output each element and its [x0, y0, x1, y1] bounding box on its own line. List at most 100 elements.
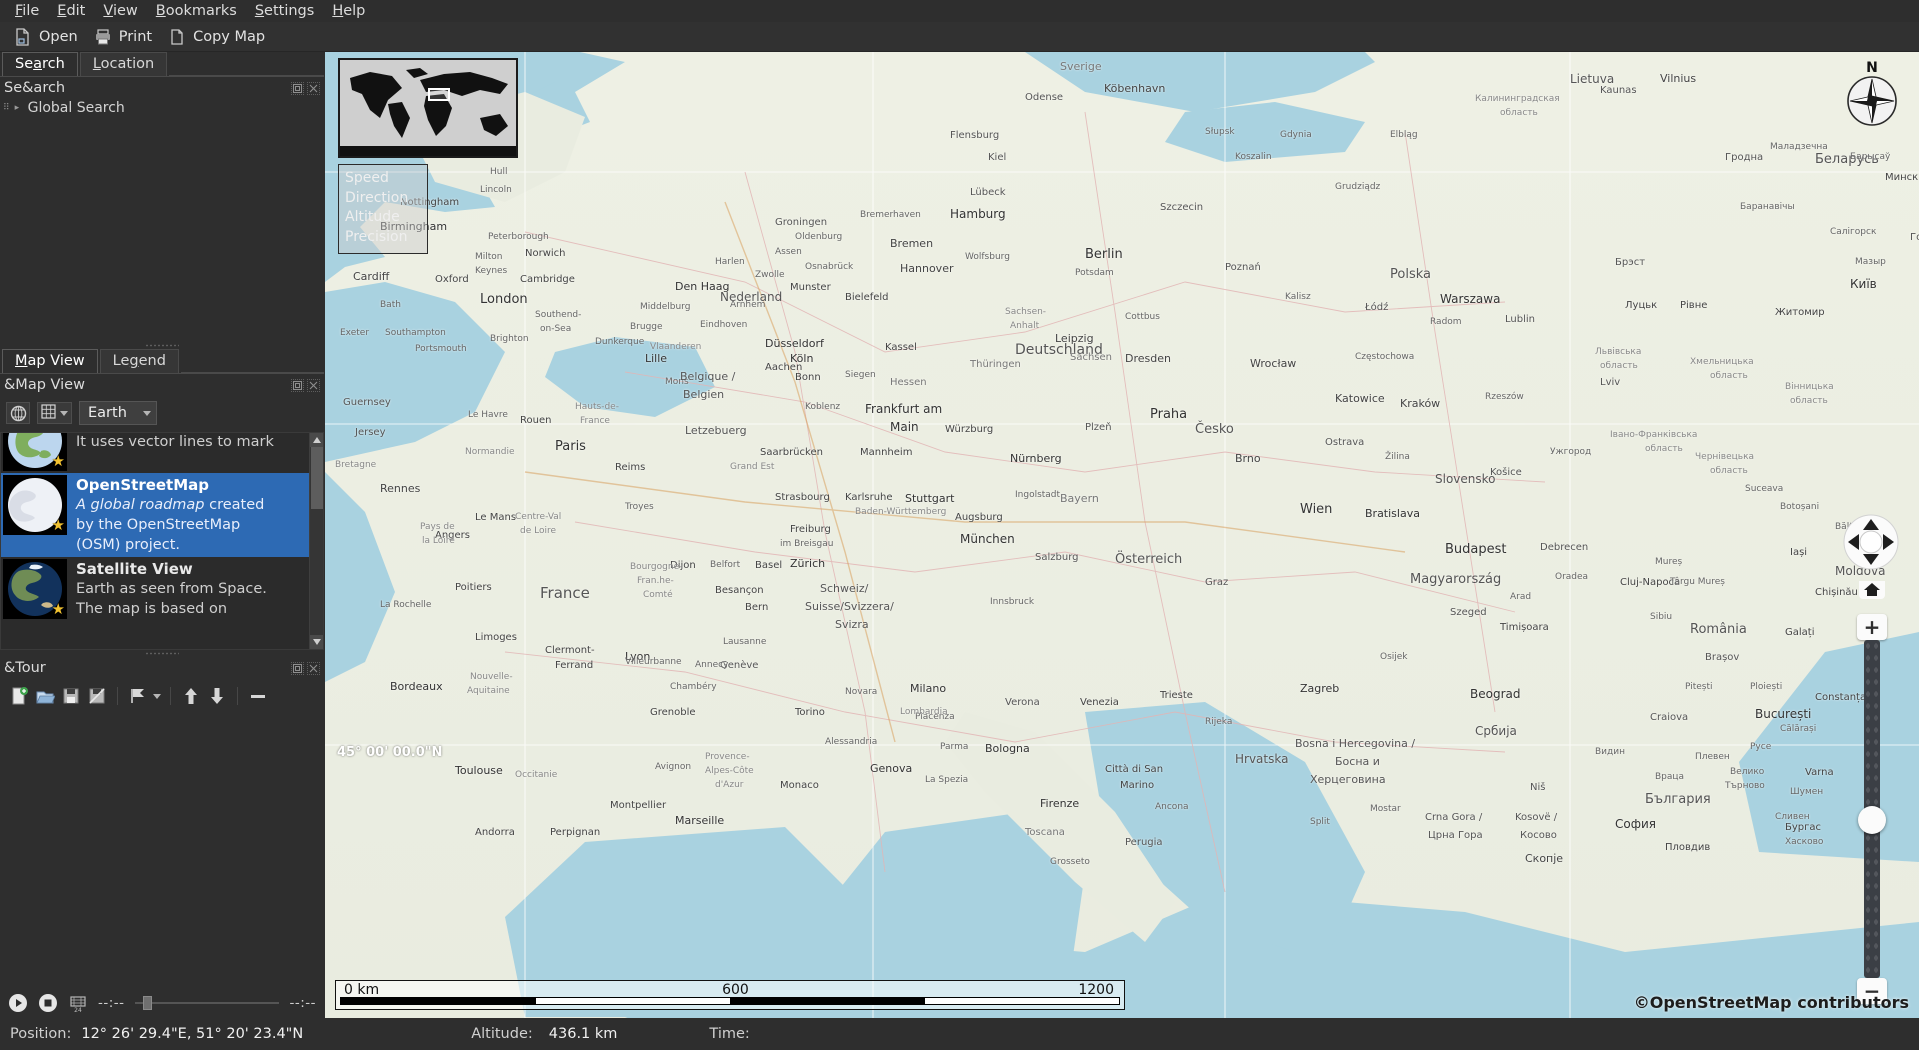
list-item[interactable]: ★ A classic topographic map. It uses vec…	[1, 432, 309, 473]
save-tour-icon[interactable]	[60, 685, 82, 707]
move-down-icon[interactable]	[206, 685, 228, 707]
copy-map-button[interactable]: Copy Map	[162, 26, 275, 48]
tab-legend[interactable]: Legend	[100, 349, 179, 373]
save-tour-as-icon[interactable]	[86, 685, 108, 707]
map-label: Bosna i Hercegovina /	[1295, 737, 1415, 750]
satellite-globe-thumb: ★	[3, 559, 67, 619]
map-label: Zagreb	[1300, 682, 1339, 695]
time-label: Time:	[709, 1026, 749, 1042]
zoom-slider-handle[interactable]	[1858, 806, 1886, 834]
open-button-label: Open	[39, 29, 78, 45]
menu-view[interactable]: View	[94, 1, 146, 22]
compass-widget[interactable]: N	[1843, 62, 1901, 130]
map-label: область	[1790, 396, 1828, 406]
map-view-canvas[interactable]: KöbenhavnOdenseFlensburgKielLübeckHambur…	[325, 52, 1919, 1018]
list-item-satellite-view[interactable]: ★ Satellite View Earth as seen from Spac…	[1, 557, 309, 621]
playback-slider-handle[interactable]	[143, 996, 152, 1010]
map-label: Црна Гора	[1428, 830, 1483, 841]
map-label: Hannover	[900, 262, 954, 275]
print-button[interactable]: Print	[88, 26, 162, 48]
chevron-right-icon[interactable]: ▸	[15, 104, 24, 113]
map-label: Kalisz	[1285, 292, 1311, 302]
map-label: Pays de	[420, 522, 455, 532]
dock-splitter-mapview[interactable]	[0, 650, 324, 657]
celestial-body-value: Earth	[88, 405, 127, 421]
float-icon[interactable]	[291, 379, 304, 392]
map-label: Radom	[1430, 317, 1462, 327]
map-label: Jersey	[355, 427, 386, 438]
float-icon[interactable]	[291, 662, 304, 675]
play-icon[interactable]	[8, 993, 28, 1013]
celestial-body-combo[interactable]: Earth	[79, 401, 157, 425]
scale-tick-0: 0 km	[344, 982, 379, 998]
close-icon[interactable]	[307, 82, 320, 95]
new-tour-icon[interactable]	[8, 685, 30, 707]
map-label: La Spezia	[925, 775, 968, 785]
map-label: Mannheim	[860, 447, 912, 458]
list-item-openstreetmap[interactable]: ★ OpenStreetMap A global roadmap created…	[1, 473, 309, 557]
menu-edit[interactable]: Edit	[48, 1, 94, 22]
close-icon[interactable]	[307, 379, 320, 392]
menu-file[interactable]: FFileile	[6, 1, 48, 22]
map-label: Poitiers	[455, 582, 492, 593]
map-label: Хасково	[1785, 837, 1823, 847]
map-label: Norwich	[525, 248, 566, 259]
stop-icon[interactable]	[38, 993, 58, 1013]
map-label: Zürich	[790, 557, 825, 570]
float-icon[interactable]	[291, 82, 304, 95]
open-button[interactable]: Open	[8, 26, 88, 48]
map-label: Den Haag	[675, 280, 729, 293]
compass-rose-icon	[1846, 75, 1898, 127]
menu-bookmarks[interactable]: Bookmarks	[147, 1, 246, 22]
home-button[interactable]	[1857, 577, 1887, 603]
menu-settings[interactable]: Settings	[246, 1, 324, 22]
map-label: Munster	[790, 282, 831, 293]
theme-list-scrollbar[interactable]	[309, 433, 323, 649]
record-movie-icon[interactable]: 24	[68, 993, 88, 1013]
zoom-in-button[interactable]: +	[1857, 614, 1887, 640]
remove-icon[interactable]	[247, 685, 269, 707]
map-label: Bologna	[985, 742, 1030, 755]
menu-help[interactable]: Help	[323, 1, 374, 22]
map-label: Firenze	[1040, 797, 1079, 810]
map-label: Siegen	[845, 370, 876, 380]
dock-splitter-search[interactable]	[0, 342, 324, 349]
view-mode-selector[interactable]	[37, 402, 72, 424]
overview-minimap[interactable]	[338, 58, 518, 158]
map-label: Cottbus	[1125, 312, 1160, 322]
move-up-icon[interactable]	[180, 685, 202, 707]
close-icon[interactable]	[307, 662, 320, 675]
map-label: Flensburg	[950, 130, 999, 141]
scrollbar-thumb[interactable]	[311, 447, 323, 509]
map-label: Видин	[1595, 747, 1625, 757]
globe-projection-icon[interactable]	[6, 402, 30, 424]
map-label: Łódź	[1365, 302, 1388, 313]
scroll-down-arrow-icon[interactable]	[310, 635, 324, 649]
map-label: Lviv	[1600, 377, 1620, 388]
theme-description-line: A global roadmap created	[76, 495, 305, 515]
chevron-down-icon[interactable]	[153, 694, 161, 699]
map-label: Lietuva	[1570, 72, 1614, 86]
map-label: Kassel	[885, 342, 917, 353]
tab-search[interactable]: Search	[2, 52, 78, 76]
map-label: d'Azur	[715, 780, 743, 790]
navigation-pad[interactable]	[1843, 514, 1899, 570]
gps-info-overlay: Speed Direction Altitude Precision	[338, 164, 428, 254]
tab-location[interactable]: Location	[80, 52, 167, 76]
scroll-up-arrow-icon[interactable]	[310, 433, 324, 447]
tab-map-view[interactable]: Map View	[2, 349, 98, 373]
scrollbar-track[interactable]	[310, 447, 324, 635]
map-label: Praha	[1150, 407, 1187, 422]
map-label: Aquitaine	[467, 686, 510, 696]
playback-slider[interactable]	[135, 995, 280, 1011]
map-label: Anhalt	[1010, 321, 1039, 331]
add-placemark-icon[interactable]	[127, 685, 149, 707]
map-label: Vilnius	[1660, 72, 1696, 85]
map-theme-list[interactable]: ★ A classic topographic map. It uses vec…	[0, 432, 324, 650]
zoom-controls[interactable]: + −	[1857, 614, 1887, 1004]
open-tour-icon[interactable]	[34, 685, 56, 707]
map-label: Bremerhaven	[860, 210, 921, 220]
map-label: Рівне	[1680, 300, 1707, 311]
map-label: Търново	[1725, 781, 1765, 791]
search-tree-row-global-search[interactable]: ⠿ ▸ Global Search	[0, 99, 324, 117]
